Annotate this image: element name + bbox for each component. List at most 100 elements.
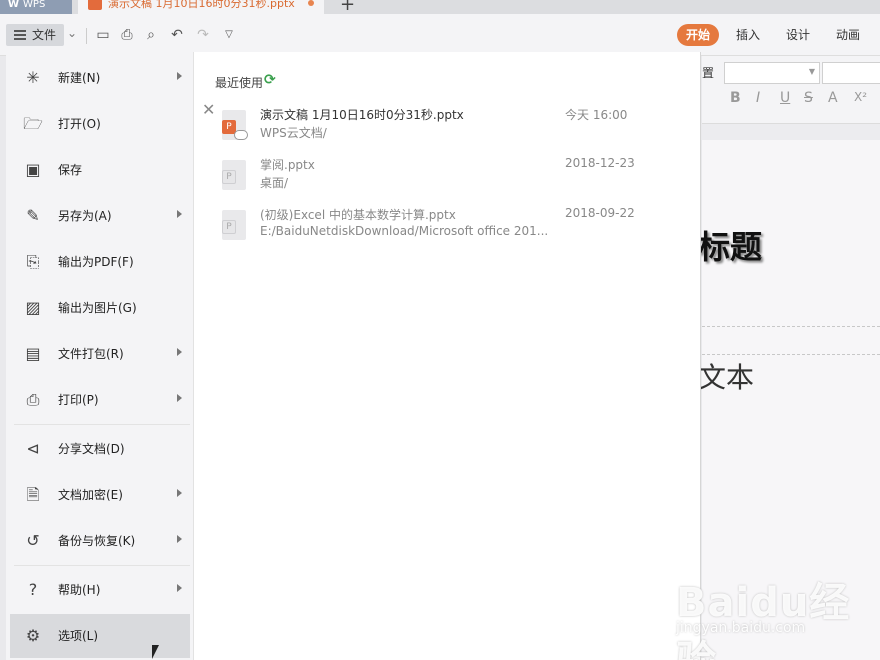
- package-icon: ▤: [25, 344, 41, 363]
- menu-item-label: 帮助(H): [58, 583, 101, 597]
- chevron-down-icon: ▼: [808, 67, 815, 76]
- chevron-down-icon[interactable]: ⌄: [67, 26, 77, 40]
- new-tab-button[interactable]: +: [340, 0, 355, 15]
- save-as-icon: ✎: [26, 206, 40, 225]
- title-placeholder-border: [702, 326, 880, 327]
- wps-logo-icon: W: [8, 0, 20, 10]
- close-icon[interactable]: ✕: [202, 100, 215, 119]
- tab-insert[interactable]: 插入: [730, 24, 766, 46]
- menu-item-label: 输出为PDF(F): [58, 255, 134, 269]
- recent-file-date: 2018-09-22: [565, 206, 635, 220]
- menu-divider: [14, 424, 190, 425]
- menu-item-backup[interactable]: ↺ 备份与恢复(K): [10, 519, 190, 563]
- backup-icon: ↺: [26, 531, 40, 550]
- tab-strip: W WPS 演示文稿 1月10日16时0分31秒.pptx +: [0, 0, 880, 15]
- recent-title: 最近使用: [215, 76, 264, 90]
- toolbar-separator: [86, 28, 87, 44]
- menu-item-package[interactable]: ▤ 文件打包(R): [10, 332, 190, 376]
- new-icon: ✳: [26, 68, 40, 87]
- menu-item-save[interactable]: ▣ 保存: [10, 148, 190, 192]
- tab-animation[interactable]: 动画: [830, 24, 866, 46]
- gear-icon: ⚙: [25, 626, 41, 645]
- tab-design[interactable]: 设计: [780, 24, 816, 46]
- menu-divider: [14, 565, 190, 566]
- recent-file-item[interactable]: P (初级)Excel 中的基本数学计算.pptx E:/BaiduNetdis…: [220, 206, 690, 250]
- menu-item-help[interactable]: ? 帮助(H): [10, 568, 190, 612]
- menu-item-export-image[interactable]: ▨ 输出为图片(G): [10, 286, 190, 330]
- recent-file-item[interactable]: P 演示文稿 1月10日16时0分31秒.pptx WPS云文档/ 今天 16:…: [220, 106, 690, 150]
- recent-file-date: 2018-12-23: [565, 156, 635, 170]
- menu-item-label: 文件打包(R): [58, 347, 124, 361]
- italic-button[interactable]: I: [756, 90, 760, 106]
- menu-item-open[interactable]: 🗁 打开(O): [10, 102, 190, 146]
- menu-item-save-as[interactable]: ✎ 另存为(A): [10, 194, 190, 238]
- tab-document[interactable]: 演示文稿 1月10日16时0分31秒.pptx: [78, 0, 324, 14]
- chevron-right-icon: [177, 394, 182, 402]
- refresh-icon[interactable]: ⟳: [264, 72, 276, 88]
- menu-item-label: 打印(P): [58, 393, 99, 407]
- recent-file-date: 今天 16:00: [565, 108, 628, 122]
- menu-item-label: 新建(N): [58, 71, 101, 85]
- export-pdf-icon: ⎘: [26, 252, 40, 271]
- encrypt-icon: 🗎: [26, 485, 40, 504]
- tab-start[interactable]: 开始: [677, 24, 719, 46]
- hamburger-icon: [14, 30, 26, 40]
- menu-item-label: 分享文档(D): [58, 442, 125, 456]
- mouse-cursor-icon: [152, 645, 166, 659]
- subtitle-placeholder-border: [702, 354, 880, 355]
- menu-item-label: 输出为图片(G): [58, 301, 137, 315]
- chevron-right-icon: [177, 72, 182, 80]
- print-icon: ⎙: [26, 390, 40, 409]
- recent-files-panel: 最近使用 ⟳ ✕ P 演示文稿 1月10日16时0分31秒.pptx WPS云文…: [194, 52, 701, 660]
- recent-file-path: 桌面/: [260, 176, 289, 190]
- font-name-select[interactable]: ▼: [724, 62, 820, 84]
- slide-title-text[interactable]: 标题: [698, 222, 762, 268]
- presentation-icon: [88, 0, 102, 10]
- menu-item-label: 打开(O): [58, 117, 101, 131]
- help-icon: ?: [28, 580, 38, 599]
- recent-file-name: 掌阅.pptx: [260, 158, 315, 172]
- recent-file-item[interactable]: P 掌阅.pptx 桌面/ 2018-12-23: [220, 156, 690, 200]
- share-icon: ⊲: [26, 439, 40, 458]
- folder-open-icon: 🗁: [23, 114, 43, 133]
- ribbon-partial-label: 置: [702, 66, 715, 80]
- font-color-button[interactable]: A: [828, 90, 838, 106]
- save-icon: ▣: [25, 160, 41, 179]
- tab-wps-home[interactable]: W WPS: [0, 0, 72, 14]
- chevron-right-icon: [177, 348, 182, 356]
- bold-button[interactable]: B: [730, 90, 741, 106]
- menu-item-share[interactable]: ⊲ 分享文档(D): [10, 427, 190, 471]
- recent-file-path: WPS云文档/: [260, 126, 327, 140]
- menu-item-export-pdf[interactable]: ⎘ 输出为PDF(F): [10, 240, 190, 284]
- recent-file-path: E:/BaiduNetdiskDownload/Microsoft office…: [260, 224, 549, 238]
- menu-item-label: 选项(L): [58, 629, 99, 643]
- pptx-file-icon: P: [222, 210, 246, 240]
- chevron-right-icon: [177, 535, 182, 543]
- underline-button[interactable]: U: [780, 90, 790, 106]
- undo-icon[interactable]: ↶: [168, 26, 186, 44]
- menu-item-new[interactable]: ✳ 新建(N): [10, 56, 190, 100]
- print-icon[interactable]: ⎙: [118, 26, 136, 44]
- save-icon[interactable]: ▭: [94, 26, 112, 44]
- menu-item-print[interactable]: ⎙ 打印(P): [10, 378, 190, 422]
- customize-toolbar-icon[interactable]: ▽: [220, 26, 238, 44]
- superscript-button[interactable]: X²: [854, 90, 867, 104]
- tab-wps-label: WPS: [23, 0, 46, 10]
- unsaved-dot-icon: [308, 0, 314, 6]
- pptx-file-icon: P: [222, 160, 246, 190]
- tab-document-label: 演示文稿 1月10日16时0分31秒.pptx: [108, 0, 295, 10]
- recent-file-name: 演示文稿 1月10日16时0分31秒.pptx: [260, 108, 464, 122]
- slide-subtitle-text[interactable]: 文本: [698, 356, 754, 396]
- recent-file-name: (初级)Excel 中的基本数学计算.pptx: [260, 208, 456, 222]
- font-size-select[interactable]: [822, 62, 880, 84]
- presentation-icon: P: [222, 170, 236, 184]
- strikethrough-button[interactable]: S: [804, 90, 813, 106]
- menu-item-encrypt[interactable]: 🗎 文档加密(E): [10, 473, 190, 517]
- print-preview-icon[interactable]: ⌕: [142, 26, 160, 44]
- file-menu-button[interactable]: 文件: [6, 24, 64, 46]
- redo-icon[interactable]: ↷: [194, 26, 212, 44]
- toolbar: 文件 ⌄ ▭ ⎙ ⌕ ↶ ↷ ▽ 开始 插入 设计 动画: [0, 14, 880, 56]
- cloud-icon: [234, 130, 248, 140]
- baidu-watermark-url: jingyan.baidu.com: [676, 620, 806, 636]
- file-menu-label: 文件: [32, 28, 57, 42]
